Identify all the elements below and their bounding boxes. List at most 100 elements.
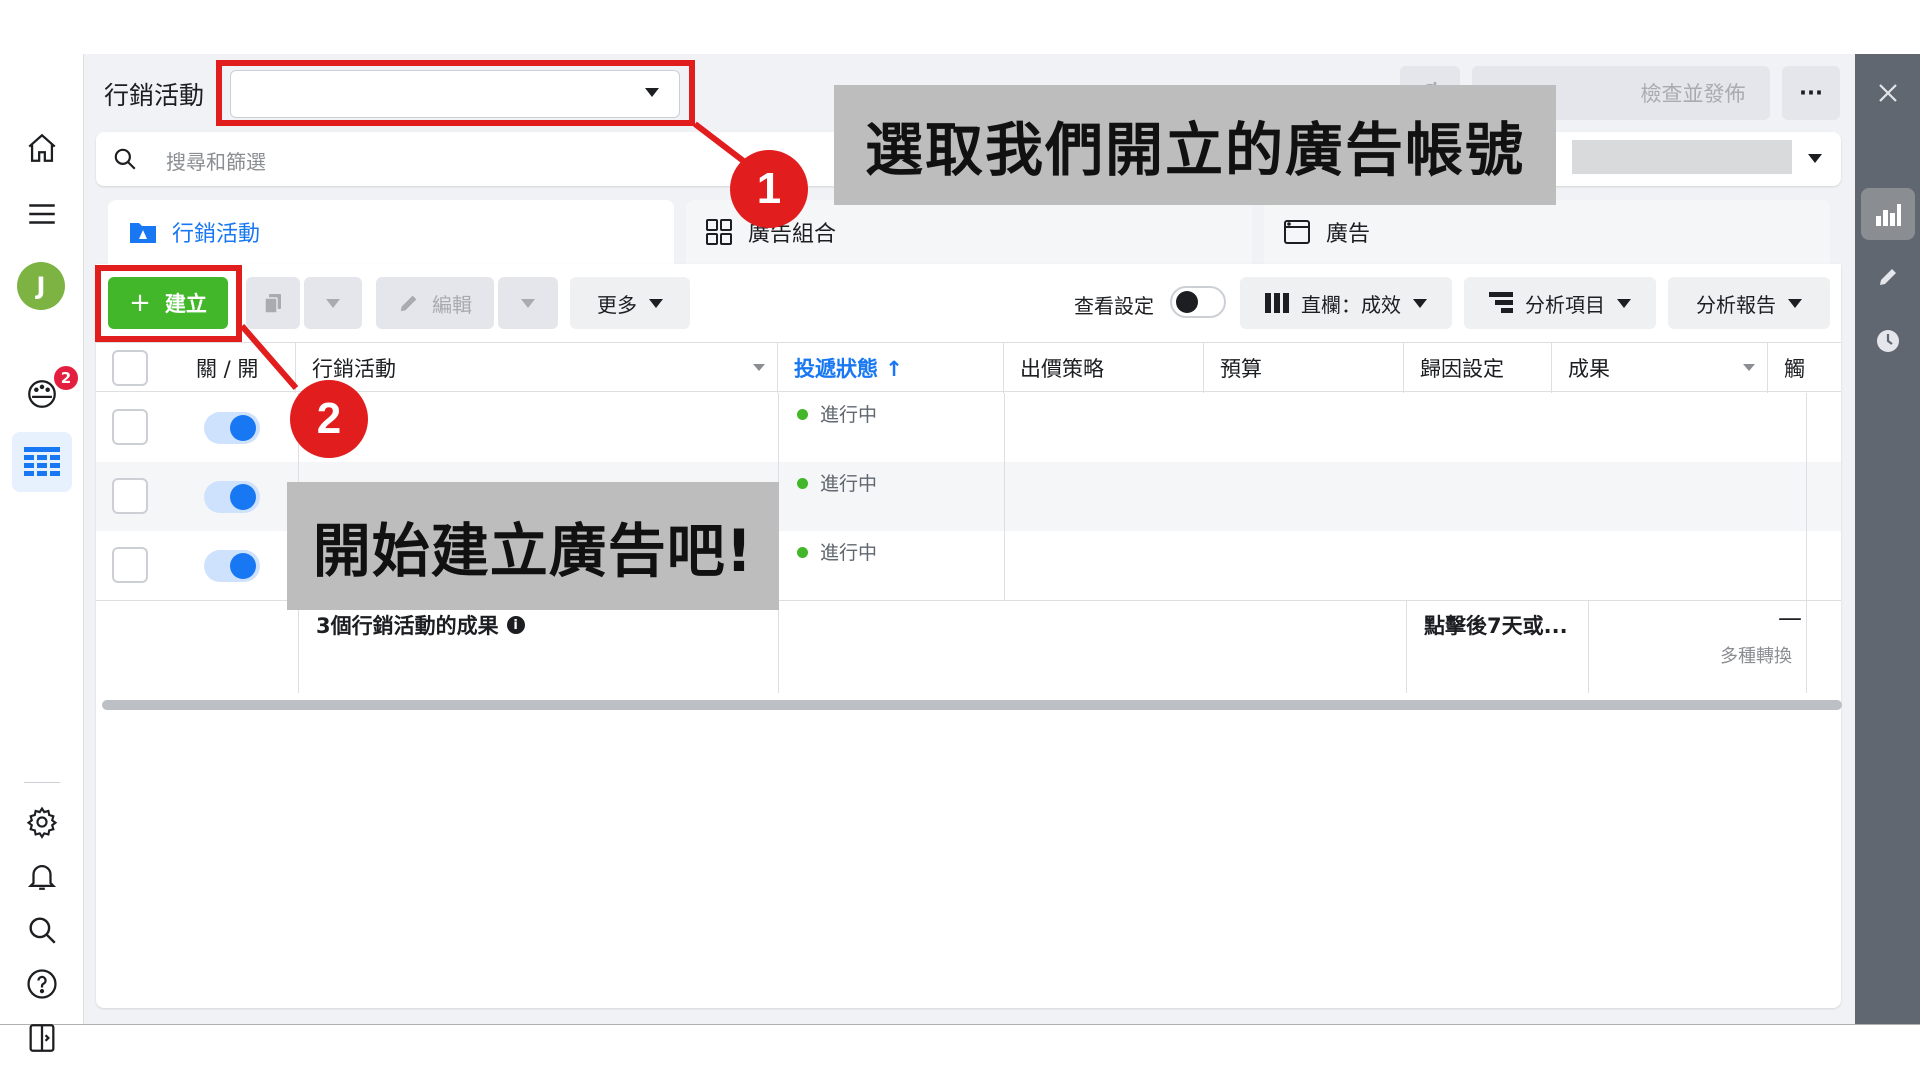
columns-performance-button[interactable]: 直欄：成效 xyxy=(1240,277,1452,329)
tab-ads-label: 廣告 xyxy=(1326,222,1371,247)
right-side-rail xyxy=(1855,54,1920,1024)
annotation-callout-2: 開始建立廣告吧! xyxy=(287,482,779,610)
more-actions-button[interactable]: 更多 xyxy=(570,277,690,329)
more-actions-label: 更多 xyxy=(597,292,637,317)
rail-divider xyxy=(24,782,60,783)
column-divider xyxy=(1806,393,1807,693)
ads-table-icon[interactable] xyxy=(12,432,72,492)
summary-result: — xyxy=(1778,604,1802,632)
tab-campaigns[interactable]: 行銷活動 xyxy=(108,200,674,264)
search-icon xyxy=(114,148,136,170)
columns-label: 直欄：成效 xyxy=(1301,292,1401,317)
settings-gear-icon[interactable] xyxy=(20,800,64,844)
summary-attribution: 點擊後7天或... xyxy=(1424,614,1568,638)
view-settings-label: 查看設定 xyxy=(1074,294,1154,318)
search-icon[interactable] xyxy=(20,908,64,952)
avatar[interactable]: J xyxy=(17,262,65,310)
close-icon[interactable] xyxy=(1869,74,1907,112)
duplicate-dropdown[interactable] xyxy=(304,277,362,329)
column-header-campaign[interactable]: 行銷活動 xyxy=(296,343,778,393)
status-active-dot xyxy=(797,547,808,558)
pencil-icon xyxy=(400,295,417,312)
chevron-down-icon xyxy=(1743,364,1755,371)
chevron-down-icon[interactable] xyxy=(1808,154,1822,163)
home-icon[interactable] xyxy=(20,126,64,170)
bar-chart-icon[interactable] xyxy=(1869,195,1907,233)
column-header-delivery[interactable]: 投遞狀態 ↑ xyxy=(778,343,1004,393)
status-active-dot xyxy=(797,409,808,420)
date-range-selector[interactable] xyxy=(1572,140,1792,174)
table-header: 關 / 開 行銷活動 投遞狀態 ↑ 出價策略 預算 歸因設定 成果 觸 xyxy=(96,342,1841,393)
annotation-step-badge-1: 1 xyxy=(730,150,808,228)
columns-icon xyxy=(1265,293,1289,313)
breakdown-label: 分析項目 xyxy=(1525,292,1605,317)
column-divider xyxy=(1588,600,1589,693)
summary-title-text: 3個行銷活動的成果 xyxy=(316,614,499,638)
search-placeholder: 搜尋和篩選 xyxy=(166,150,266,174)
pencil-icon[interactable] xyxy=(1869,258,1907,296)
summary-title: 3個行銷活動的成果 i xyxy=(316,610,525,640)
notification-badge: 2 xyxy=(52,364,80,392)
menu-icon[interactable] xyxy=(20,192,64,236)
chevron-down-icon xyxy=(1788,298,1802,308)
column-divider xyxy=(1004,393,1005,600)
column-header-results[interactable]: 成果 xyxy=(1552,343,1768,393)
annotation-step-badge-2: 2 xyxy=(290,380,368,458)
select-all-checkbox[interactable] xyxy=(112,350,148,386)
help-icon[interactable] xyxy=(20,962,64,1006)
page-title: 行銷活動 xyxy=(104,81,205,110)
review-publish-button[interactable]: 檢查並發佈 xyxy=(1616,66,1770,120)
column-header-attribution[interactable]: 歸因設定 xyxy=(1404,343,1552,393)
info-icon[interactable]: i xyxy=(506,616,525,634)
reports-button[interactable]: 分析報告 xyxy=(1668,277,1830,329)
annotation-highlight-box-1 xyxy=(216,60,695,126)
annotation-callout-1: 選取我們開立的廣告帳號 xyxy=(834,85,1556,205)
grid-icon xyxy=(706,219,732,245)
column-header-on-off[interactable]: 關 / 開 xyxy=(180,343,296,393)
breakdown-icon xyxy=(1489,292,1513,313)
summary-result-sub: 多種轉換 xyxy=(1720,646,1792,667)
chevron-down-icon xyxy=(649,298,663,308)
row-on-off-toggle[interactable] xyxy=(204,481,260,513)
bell-icon[interactable] xyxy=(20,854,64,898)
edit-dropdown[interactable] xyxy=(498,277,558,329)
column-header-budget[interactable]: 預算 xyxy=(1204,343,1404,393)
delivery-status: 進行中 xyxy=(820,542,878,564)
status-active-dot xyxy=(797,478,808,489)
delivery-status: 進行中 xyxy=(820,404,878,426)
column-header-reach[interactable]: 觸 xyxy=(1768,343,1841,393)
edit-button-label: 編輯 xyxy=(432,292,472,317)
bottom-margin xyxy=(0,1024,1920,1080)
row-checkbox[interactable] xyxy=(112,478,148,514)
clock-icon[interactable] xyxy=(1869,322,1907,360)
delivery-status: 進行中 xyxy=(820,473,878,495)
column-header-bid-strategy[interactable]: 出價策略 xyxy=(1004,343,1204,393)
tab-campaigns-label: 行銷活動 xyxy=(172,222,261,247)
column-header-results-label: 成果 xyxy=(1568,357,1610,381)
row-checkbox[interactable] xyxy=(112,409,148,445)
ad-window-icon xyxy=(1284,220,1310,244)
view-settings-toggle[interactable] xyxy=(1170,286,1226,318)
tab-ads[interactable]: 廣告 xyxy=(1264,200,1830,264)
chevron-down-icon xyxy=(521,298,535,308)
edit-button[interactable]: 編輯 xyxy=(376,277,494,329)
column-header-campaign-label: 行銷活動 xyxy=(312,357,396,381)
reports-label: 分析報告 xyxy=(1696,292,1776,317)
panel-toggle-icon[interactable] xyxy=(20,1016,64,1060)
row-checkbox[interactable] xyxy=(112,547,148,583)
left-navigation-rail: J 2 xyxy=(0,54,84,1052)
breakdown-button[interactable]: 分析項目 xyxy=(1464,277,1656,329)
horizontal-scrollbar[interactable] xyxy=(102,700,1842,710)
copy-icon xyxy=(264,294,281,314)
select-all-cell xyxy=(96,343,180,393)
duplicate-button[interactable] xyxy=(246,277,300,329)
chevron-down-icon xyxy=(753,364,765,371)
annotation-highlight-box-2 xyxy=(95,265,242,342)
row-on-off-toggle[interactable] xyxy=(204,550,260,582)
chevron-down-icon xyxy=(1617,298,1631,308)
row-on-off-toggle[interactable] xyxy=(204,412,260,444)
chevron-down-icon xyxy=(326,298,340,308)
folder-icon xyxy=(130,223,156,243)
column-divider xyxy=(1406,600,1407,693)
more-options-button[interactable]: ··· xyxy=(1782,66,1840,120)
